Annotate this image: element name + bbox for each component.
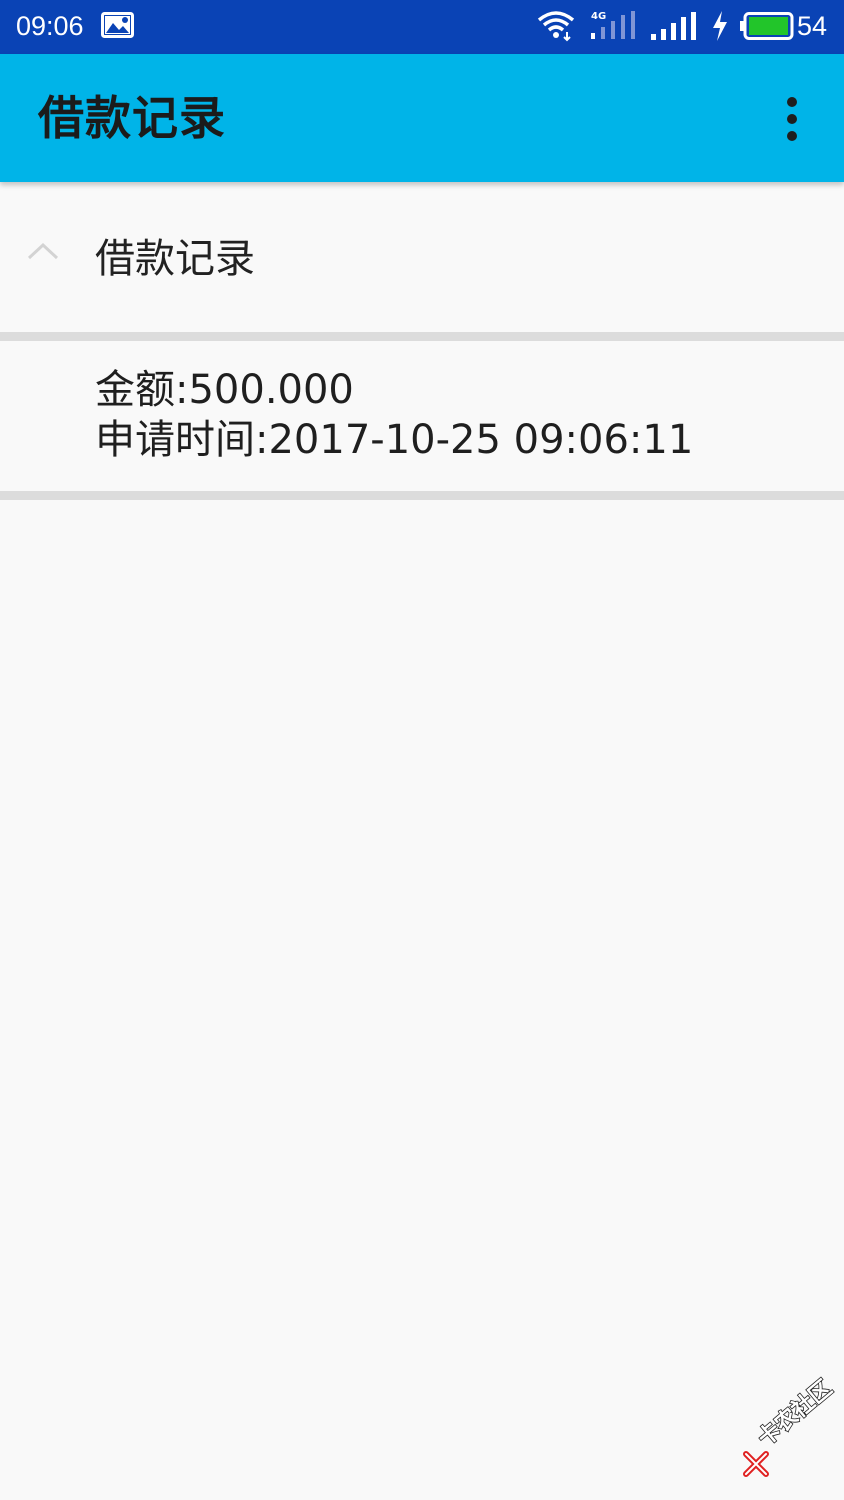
app-bar: 借款记录 <box>0 54 844 182</box>
apply-time-text: 申请时间:2017-10-25 09:06:11 <box>95 417 694 463</box>
battery-level: 54 <box>797 11 828 41</box>
divider <box>0 491 844 500</box>
screen: 09:06 4G 54 借款记录 借款记录 金额:500.000 申请时间:20… <box>0 0 844 1500</box>
menu-dot <box>787 97 797 107</box>
wifi-icon <box>537 11 575 42</box>
status-bar: 09:06 4G 54 <box>0 0 844 54</box>
menu-dot <box>787 131 797 141</box>
more-vert-icon[interactable] <box>772 90 812 148</box>
battery-icon <box>740 12 794 40</box>
list-item: 金额:500.000 申请时间:2017-10-25 09:06:11 <box>0 341 844 491</box>
photo-icon <box>101 12 134 38</box>
status-time: 09:06 <box>16 11 84 41</box>
section-title: 借款记录 <box>95 236 255 282</box>
charging-icon <box>713 11 727 41</box>
divider <box>0 332 844 341</box>
watermark: 卡农社区 <box>738 1375 842 1484</box>
network-label: 4G <box>591 11 606 22</box>
section-header[interactable]: 借款记录 <box>0 182 844 332</box>
watermark-text: 卡农社区 <box>753 1375 838 1452</box>
signal-icon <box>651 12 696 40</box>
page-title: 借款记录 <box>38 91 226 145</box>
chevron-up-icon <box>27 242 59 260</box>
4g-signal-icon: 4G <box>591 11 635 39</box>
watermark-logo-icon <box>743 1451 769 1477</box>
amount-text: 金额:500.000 <box>95 367 354 413</box>
menu-dot <box>787 114 797 124</box>
